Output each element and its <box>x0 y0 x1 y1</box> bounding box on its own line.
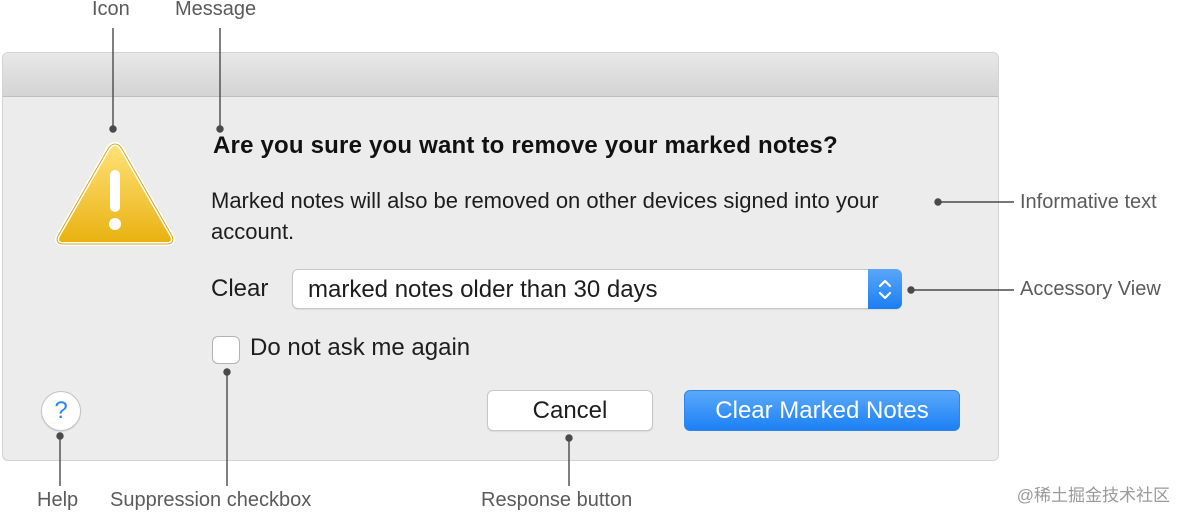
alert-dialog: Are you sure you want to remove your mar… <box>2 52 999 461</box>
suppression-checkbox[interactable] <box>212 336 240 364</box>
informative-text: Marked notes will also be removed on oth… <box>211 188 879 244</box>
accessory-label: Clear <box>211 275 269 302</box>
callout-informative-text: Informative text <box>1020 191 1157 213</box>
help-button[interactable]: ? <box>41 391 81 431</box>
callout-accessory-view: Accessory View <box>1020 278 1161 300</box>
chevron-up-down-icon <box>878 279 892 300</box>
callout-message: Message <box>175 0 257 20</box>
callout-help: Help <box>37 489 79 511</box>
popup-selected-value: marked notes older than 30 days <box>308 276 658 303</box>
clear-marked-notes-button[interactable]: Clear Marked Notes <box>684 390 960 431</box>
callout-suppression-checkbox: Suppression checkbox <box>110 489 312 511</box>
watermark: @稀土掘金技术社区 <box>1016 486 1170 505</box>
cancel-button[interactable]: Cancel <box>487 390 653 431</box>
callout-icon: Icon <box>92 0 130 20</box>
popup-stepper[interactable] <box>868 269 902 309</box>
callout-response-button: Response button <box>481 489 633 511</box>
suppression-checkbox-label[interactable]: Do not ask me again <box>250 334 470 362</box>
clear-popup-button[interactable]: marked notes older than 30 days <box>292 269 902 309</box>
alert-message: Are you sure you want to remove your mar… <box>213 132 838 159</box>
title-bar[interactable] <box>3 53 998 97</box>
warning-triangle-icon <box>55 142 175 246</box>
